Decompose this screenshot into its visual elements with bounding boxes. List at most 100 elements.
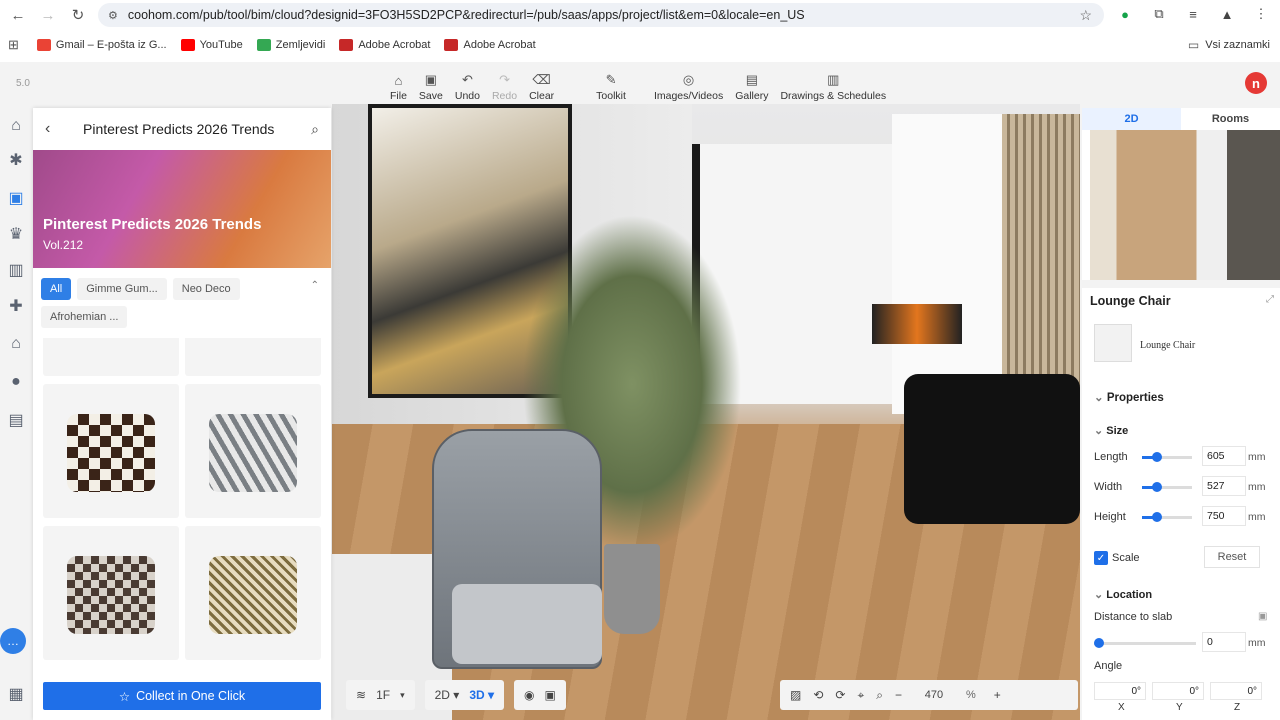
apps-grid-icon[interactable]: ⊞ bbox=[8, 37, 19, 53]
fit-view-icon[interactable]: ⟲ bbox=[813, 688, 823, 702]
expand-icon[interactable]: ⤢ bbox=[1266, 294, 1274, 305]
width-input[interactable]: 527 bbox=[1202, 476, 1246, 496]
angle-z-input[interactable]: 0° bbox=[1210, 682, 1262, 700]
product-card[interactable] bbox=[185, 384, 321, 518]
bookmark-item[interactable]: Adobe Acrobat bbox=[339, 39, 430, 51]
bookmark-item[interactable]: Zemljevidi bbox=[256, 39, 325, 51]
filter-chip[interactable]: Neo Deco bbox=[172, 278, 240, 300]
back-icon[interactable]: ← bbox=[6, 3, 30, 27]
home-icon[interactable]: ⌂ bbox=[5, 116, 27, 136]
lightbulb-icon[interactable]: ✱ bbox=[5, 150, 27, 170]
bookmark-favicon-icon bbox=[180, 39, 195, 51]
grammarly-icon[interactable]: ● bbox=[1114, 3, 1136, 25]
back-arrow-icon[interactable]: ‹ bbox=[45, 120, 69, 138]
minimap-view[interactable] bbox=[1090, 130, 1280, 280]
view-2d-button[interactable]: 2D ▾ bbox=[435, 688, 460, 702]
user-icon[interactable]: ● bbox=[5, 372, 27, 392]
image-icon[interactable]: ▨ bbox=[790, 688, 801, 702]
width-slider[interactable] bbox=[1142, 482, 1192, 492]
all-bookmarks[interactable]: ▭ Vsi zaznamki bbox=[1188, 38, 1270, 52]
tab-2d[interactable]: 2D bbox=[1082, 108, 1181, 130]
forward-icon[interactable]: → bbox=[36, 3, 60, 27]
toolbar-toolkit-button[interactable]: ✎ Toolkit bbox=[590, 66, 632, 102]
chat-icon[interactable]: … bbox=[0, 628, 26, 654]
catalog-icon[interactable]: ▣ bbox=[5, 188, 27, 208]
zoom-area-icon[interactable]: ⌕ bbox=[876, 688, 883, 703]
top-toolbar: ⌂ File ▣ Save ↶ Undo ↷ Redo ⌫ Clear ✎ Toolkit ◎ Image… bbox=[384, 66, 892, 102]
product-card[interactable] bbox=[43, 384, 179, 518]
filter-chip[interactable]: Afrohemian ... bbox=[41, 306, 128, 328]
toolbar-redo-button[interactable]: ↷ Redo bbox=[486, 66, 523, 102]
undo-icon: ↶ bbox=[461, 72, 473, 87]
size-heading[interactable]: ⌄ Size bbox=[1094, 424, 1128, 437]
address-bar[interactable]: ⚙ coohom.com/pub/tool/bim/cloud?designid… bbox=[98, 3, 1104, 27]
bookmark-favicon-icon bbox=[36, 39, 51, 51]
toolbar-gallery-button[interactable]: ▤ Gallery bbox=[729, 66, 774, 102]
toolbar-clear-button[interactable]: ⌫ Clear bbox=[523, 66, 560, 102]
vehicle-icon[interactable]: ▤ bbox=[5, 410, 27, 430]
length-input[interactable]: 605 bbox=[1202, 446, 1246, 466]
door-icon[interactable]: ▥ bbox=[5, 260, 27, 280]
toolbar-camera-button[interactable]: ◎ Images/Videos bbox=[648, 66, 729, 102]
height-slider[interactable] bbox=[1142, 512, 1192, 522]
file-icon: ⌂ bbox=[394, 73, 403, 88]
eye-icon[interactable]: ◉ bbox=[524, 688, 534, 702]
lock-icon[interactable]: ▣ bbox=[1258, 611, 1267, 622]
zoom-in-icon[interactable]: + bbox=[994, 688, 1001, 702]
save-icon: ▣ bbox=[424, 72, 438, 87]
toolbar-undo-button[interactable]: ↶ Undo bbox=[449, 66, 486, 102]
search-icon[interactable]: ⌕ bbox=[311, 121, 319, 138]
tool-icon[interactable]: ✚ bbox=[5, 296, 27, 316]
bookmark-item[interactable]: Adobe Acrobat bbox=[444, 39, 536, 51]
scene-sofa bbox=[904, 374, 1080, 524]
rotate-view-icon[interactable]: ⟳ bbox=[835, 688, 845, 702]
3d-viewport[interactable] bbox=[332, 104, 1080, 720]
toolbar-save-button[interactable]: ▣ Save bbox=[413, 66, 449, 102]
reload-icon[interactable]: ↻ bbox=[66, 3, 90, 27]
location-heading[interactable]: ⌄ Location bbox=[1094, 588, 1152, 601]
layout-icon[interactable]: ▦ bbox=[5, 684, 27, 704]
product-card[interactable] bbox=[43, 526, 179, 660]
extensions-icon[interactable]: ⧉ bbox=[1148, 3, 1170, 25]
menu-icon[interactable]: ⋮ bbox=[1250, 3, 1272, 25]
product-card[interactable] bbox=[185, 526, 321, 660]
angle-y-input[interactable]: 0° bbox=[1152, 682, 1204, 700]
collection-banner[interactable]: Pinterest Predicts 2026 Trends Vol.212 bbox=[33, 150, 331, 268]
bookmark-item[interactable]: YouTube bbox=[180, 39, 243, 51]
zoom-out-icon[interactable]: − bbox=[895, 688, 902, 702]
bookmark-favicon-icon bbox=[339, 39, 354, 51]
cube-icon[interactable]: ▣ bbox=[545, 688, 556, 702]
reading-list-icon[interactable]: ≡ bbox=[1182, 3, 1204, 25]
distance-slider[interactable] bbox=[1094, 638, 1196, 648]
profile-icon[interactable]: ▲ bbox=[1216, 3, 1238, 25]
length-slider[interactable] bbox=[1142, 452, 1192, 462]
distance-input[interactable]: 0 bbox=[1202, 632, 1246, 652]
filter-chip[interactable]: Gimme Gum... bbox=[77, 278, 167, 300]
view-3d-button[interactable]: 3D ▾ bbox=[469, 688, 494, 702]
properties-heading[interactable]: ⌄ Properties bbox=[1094, 390, 1164, 404]
product-card[interactable] bbox=[185, 338, 321, 376]
focus-icon[interactable]: ⌖ bbox=[857, 688, 864, 703]
site-info-icon[interactable]: ⚙ bbox=[108, 9, 118, 22]
angle-x-input[interactable]: 0° bbox=[1094, 682, 1146, 700]
toolbar-file-button[interactable]: ⌂ File bbox=[384, 66, 413, 102]
tab-rooms[interactable]: Rooms bbox=[1181, 108, 1280, 130]
url-text: coohom.com/pub/tool/bim/cloud?designid=3… bbox=[127, 8, 805, 22]
collect-all-button[interactable]: ☆ Collect in One Click bbox=[43, 682, 321, 710]
crown-icon[interactable]: ♛ bbox=[5, 224, 27, 244]
scale-label: Scale bbox=[1112, 552, 1140, 564]
bookmark-item[interactable]: Gmail – E-pošta iz G... bbox=[36, 39, 167, 51]
product-grid bbox=[43, 338, 323, 666]
product-card[interactable] bbox=[43, 338, 179, 376]
zoom-input[interactable]: 470 bbox=[914, 685, 954, 705]
floor-selector[interactable]: ≋ 1F ▾ bbox=[346, 680, 415, 710]
star-icon[interactable]: ☆ bbox=[1079, 7, 1092, 24]
chevron-up-icon[interactable]: ⌃ bbox=[311, 280, 319, 291]
height-input[interactable]: 750 bbox=[1202, 506, 1246, 526]
scale-checkbox[interactable]: ✓ bbox=[1094, 551, 1108, 565]
toolbar-drawings-button[interactable]: ▥ Drawings & Schedules bbox=[774, 66, 892, 102]
reset-button[interactable]: Reset bbox=[1204, 546, 1260, 568]
object-title: Lounge Chair bbox=[1090, 294, 1171, 308]
filter-chip[interactable]: All bbox=[41, 278, 72, 300]
house-icon[interactable]: ⌂ bbox=[5, 334, 27, 354]
